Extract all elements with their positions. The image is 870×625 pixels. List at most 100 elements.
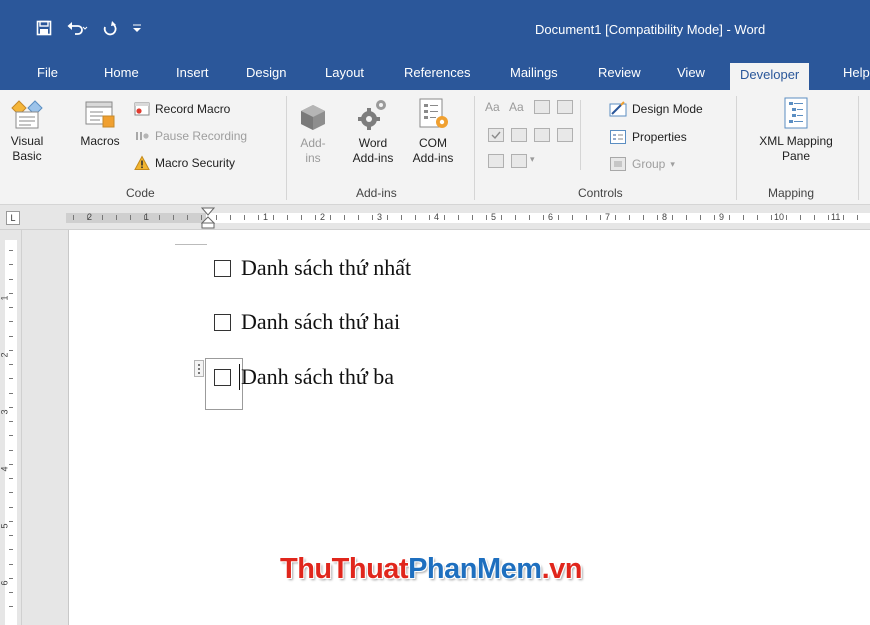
list-item[interactable]: Danh sách thứ hai [214,309,400,335]
ruler-tick [486,215,488,220]
tab-help[interactable]: Help [843,60,870,90]
tab-review[interactable]: Review [598,60,641,90]
group-label: Group [632,157,666,171]
checkbox[interactable] [214,259,231,277]
list-item[interactable]: Danh sách thứ nhất [214,255,411,281]
date-picker-control-icon[interactable] [557,128,573,142]
ruler-tick [9,378,13,380]
ruler-tick [757,215,758,220]
ruler-tick [799,215,801,220]
ruler-tick [115,215,117,220]
macro-security-button[interactable]: Macro Security [134,153,235,173]
ruler-tick [272,215,274,220]
content-control-handle[interactable] [194,360,204,377]
ruler-tick [9,292,13,294]
vertical-ruler[interactable]: 1 2 3 4 5 6 [0,230,22,625]
tab-layout[interactable]: Layout [325,60,364,90]
gears-icon [358,100,386,130]
com-add-ins-label: COM Add-ins [412,136,454,165]
save-icon[interactable] [36,20,52,36]
properties-button[interactable]: Properties [609,127,687,147]
legacy-tools-icon[interactable] [511,154,527,168]
ruler-tick [315,215,317,220]
ruler-tick [514,215,516,220]
tab-home[interactable]: Home [104,60,139,90]
add-ins-button[interactable]: Add- ins [295,102,331,166]
ribbon-tabs: File Home Insert Design Layout Reference… [0,60,870,90]
ruler-tick [9,392,13,394]
ruler-tick [728,215,730,220]
tab-mailings[interactable]: Mailings [510,60,558,90]
tab-insert[interactable]: Insert [176,60,209,90]
ruler-tick [543,215,545,220]
group-label-code: Code [126,186,155,200]
visual-basic-icon [11,100,43,129]
word-add-ins-button[interactable]: Word Add-ins [347,96,399,166]
ruler-tick [9,549,13,551]
ruler-tick [700,215,701,220]
list-item[interactable]: Danh sách thứ ba [214,364,394,390]
record-macro-button[interactable]: Record Macro [134,99,230,119]
window-title: Document1 [Compatibility Mode] - Word [535,22,766,37]
ruler-tick [571,215,573,220]
watermark-part: ThuThuat [280,553,409,585]
group-separator [286,96,287,200]
ruler-tick [329,215,331,220]
ruler-number: 3 [0,409,10,415]
macro-security-label: Macro Security [155,156,236,170]
ruler-number: 8 [662,212,668,222]
tab-design[interactable]: Design [246,60,286,90]
ruler-number: 2 [0,352,10,358]
ruler-tick [9,592,13,593]
ruler-tick [614,215,616,220]
com-add-ins-button[interactable]: COM Add-ins [406,96,460,166]
ruler-tick [685,215,687,220]
drop-down-list-control-icon[interactable] [534,128,550,142]
legacy-tools-dropdown-icon[interactable]: ▾ [530,154,535,165]
group-label-add-ins: Add-ins [356,186,397,200]
tab-references[interactable]: References [404,60,470,90]
undo-icon[interactable] [66,20,88,36]
plain-text-control-button[interactable]: Aa [509,100,524,114]
picture-control-icon[interactable] [534,100,550,114]
ruler-tick [9,577,13,579]
ruler-number: 11 [831,212,841,222]
ruler-tick [229,215,231,220]
checkbox-content-control[interactable] [214,368,231,386]
tab-selector[interactable]: L [6,211,20,225]
design-mode-button[interactable]: Design Mode [609,99,703,119]
repeating-section-control-icon[interactable] [488,154,504,168]
ruler-tick [187,215,188,220]
ruler-tick [9,421,13,422]
macros-label: Macros [80,134,120,148]
building-block-control-icon[interactable] [557,100,573,114]
redo-icon[interactable] [102,20,118,36]
watermark-part: PhanMem [408,553,542,585]
ruler-tick [9,606,13,608]
customize-qat-icon[interactable] [132,22,142,34]
macros-icon [85,101,115,128]
ruler-tick [500,215,502,220]
indent-marker[interactable] [201,207,215,229]
pause-recording-button[interactable]: Pause Recording [134,126,247,146]
ruler-tick [343,215,345,220]
ruler-tick [400,215,402,220]
horizontal-ruler[interactable]: L 2 1 1 2 3 4 5 6 7 8 9 10 11 [0,205,870,230]
group-button[interactable]: Group ▾ [609,154,675,174]
ruler-tick [158,215,160,220]
ruler-number: 1 [263,212,269,222]
macros-button[interactable]: Macros [74,96,126,149]
xml-mapping-pane-button[interactable]: XML Mapping Pane [746,96,846,164]
ruler-tick [87,215,89,220]
ruler-tick [457,215,459,220]
checkbox[interactable] [214,313,231,331]
combo-box-control-icon[interactable] [511,128,527,142]
checkbox-control-icon[interactable] [488,128,504,142]
tab-developer[interactable]: Developer [730,63,810,90]
tab-file[interactable]: File [37,60,58,90]
ruler-tick [286,215,288,220]
rich-text-control-button[interactable]: Aa [485,100,500,114]
visual-basic-button[interactable]: Visual Basic [4,96,50,164]
list-item-text: Danh sách thứ hai [241,309,401,334]
tab-view[interactable]: View [677,60,705,90]
